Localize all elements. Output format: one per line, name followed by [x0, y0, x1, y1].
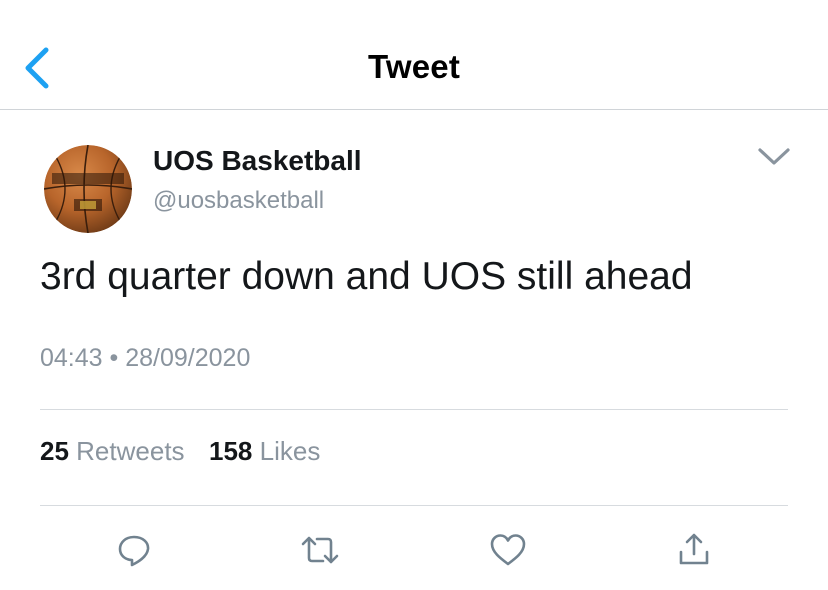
likes-label: Likes: [259, 436, 321, 466]
like-button[interactable]: [486, 528, 530, 572]
tweet-text: 3rd quarter down and UOS still ahead: [40, 255, 693, 298]
reply-icon: [118, 535, 150, 567]
retweets-stat[interactable]: 25 Retweets: [40, 436, 192, 466]
navigation-bar: Tweet: [0, 0, 828, 110]
tweet-stats: 25 Retweets 158 Likes: [40, 436, 320, 467]
retweets-count: 25: [40, 436, 69, 466]
basketball-avatar: [44, 145, 132, 233]
author-handle[interactable]: @uosbasketball: [153, 187, 324, 215]
heart-icon: [490, 534, 526, 566]
divider: [40, 409, 788, 410]
author-display-name[interactable]: UOS Basketball: [153, 145, 362, 177]
tweet-date: 28/09/2020: [125, 344, 251, 372]
tweet-time: 04:43: [40, 344, 103, 372]
reply-button[interactable]: [112, 528, 156, 572]
tweet-timestamp: 04:43 • 28/09/2020: [40, 344, 250, 373]
meta-separator: •: [109, 344, 119, 372]
chevron-down-icon: [758, 148, 790, 165]
likes-stat[interactable]: 158 Likes: [209, 436, 320, 466]
retweets-label: Retweets: [76, 436, 185, 466]
divider: [40, 505, 788, 506]
avatar[interactable]: [44, 145, 132, 233]
more-options-button[interactable]: [752, 140, 796, 174]
page-title: Tweet: [367, 48, 461, 85]
retweet-icon: [301, 536, 339, 564]
retweet-button[interactable]: [298, 528, 342, 572]
likes-count: 158: [209, 436, 253, 466]
share-button[interactable]: [672, 528, 716, 572]
share-icon: [679, 533, 709, 565]
